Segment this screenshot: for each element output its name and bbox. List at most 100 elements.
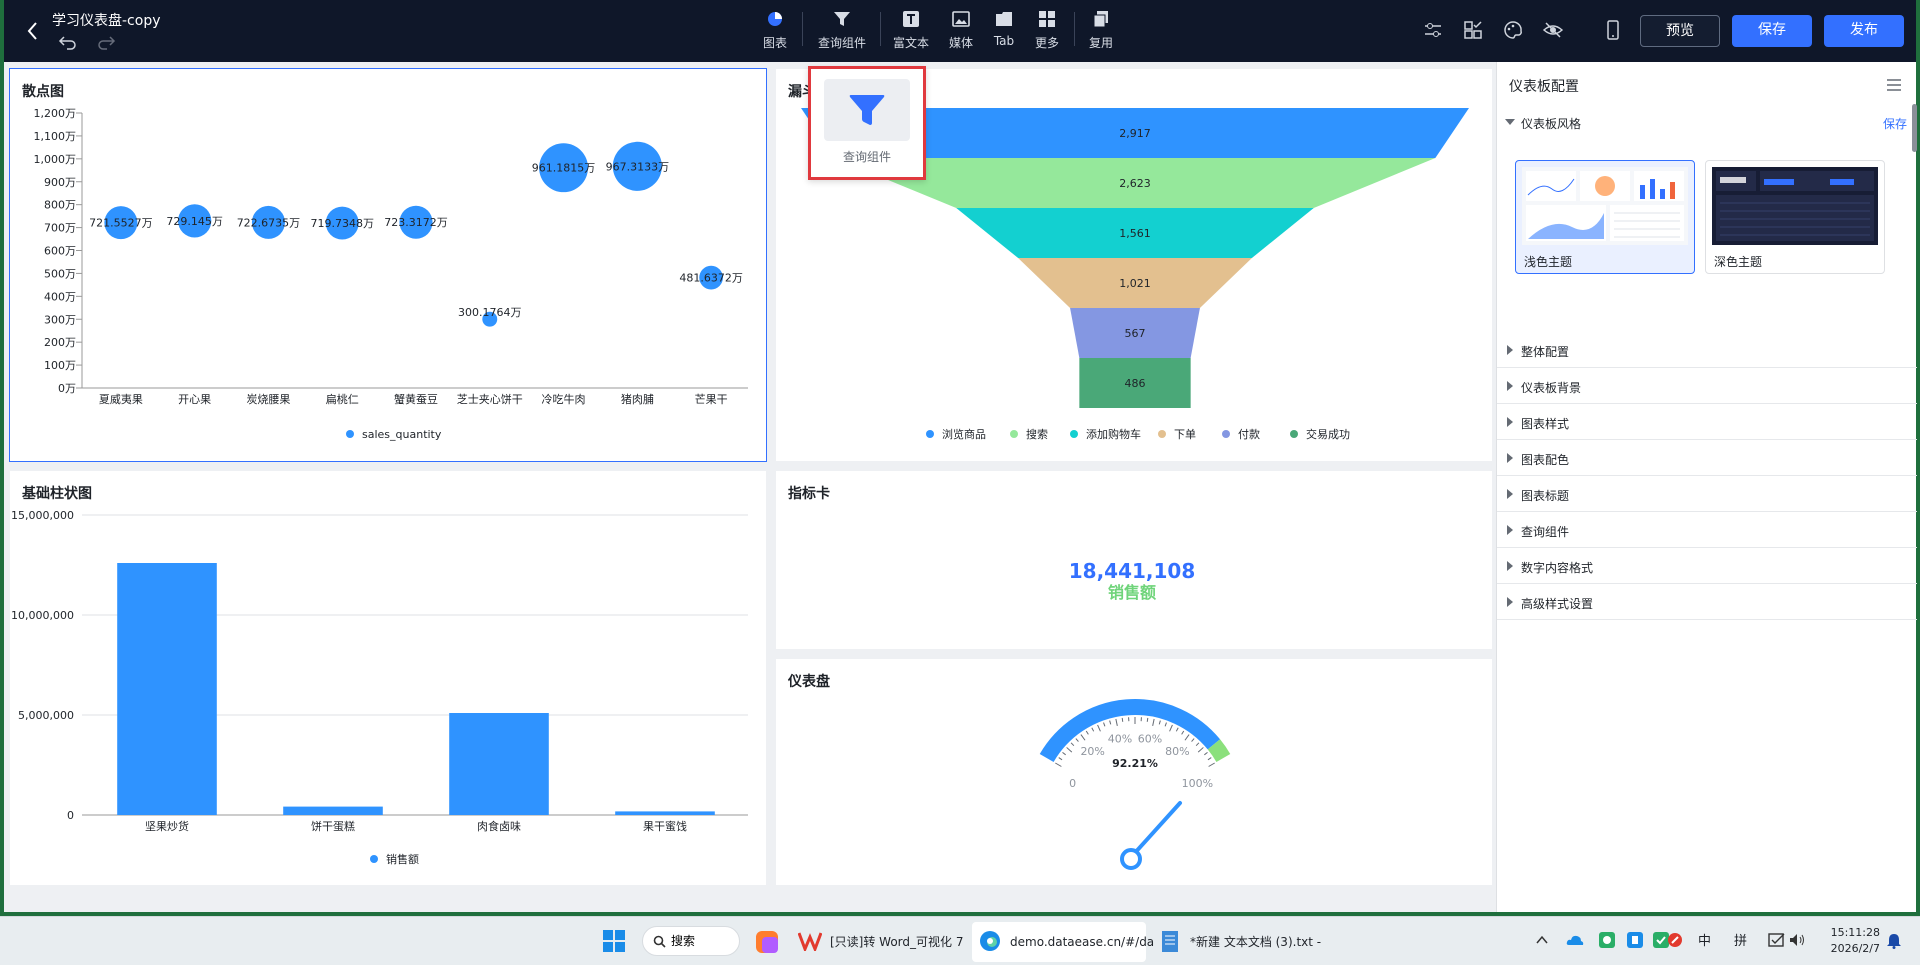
tab-icon xyxy=(996,12,1012,26)
copy-icon xyxy=(1093,11,1108,28)
config-section[interactable]: 图表标题 xyxy=(1497,476,1917,512)
layout-check-icon[interactable] xyxy=(1462,20,1484,40)
theme-label: 深色主题 xyxy=(1714,255,1763,269)
gauge-tick xyxy=(1097,724,1101,732)
back-icon[interactable] xyxy=(22,18,44,44)
style-save-link[interactable]: 保存 xyxy=(1883,115,1907,132)
top-toolbar: 学习仪表盘-copy 图表 查询组件 富文本 媒体 Tab 更多 复用 预览 保… xyxy=(4,0,1916,62)
toolbar-query[interactable]: 查询组件 xyxy=(816,8,868,54)
save-button[interactable]: 保存 xyxy=(1732,15,1812,47)
wechat-icon[interactable] xyxy=(1598,931,1616,949)
kpi-card-panel[interactable]: 指标卡 18,441,108 销售额 xyxy=(776,471,1492,649)
taskbar-edge[interactable]: demo.dataease.cn/#/da xyxy=(1010,925,1154,959)
config-scrollbar[interactable] xyxy=(1912,104,1917,152)
preview-button[interactable]: 预览 xyxy=(1640,15,1720,47)
y-tick-label: 700万 xyxy=(44,222,76,235)
menu-icon[interactable] xyxy=(1886,78,1902,92)
ime-pinyin[interactable]: 拼 xyxy=(1734,925,1748,959)
gauge-tick xyxy=(1080,734,1086,741)
eye-off-icon[interactable] xyxy=(1542,20,1564,40)
gauge-tick xyxy=(1062,751,1066,756)
undo-icon[interactable] xyxy=(58,34,78,50)
query-component-tile[interactable] xyxy=(824,79,910,141)
toolbar-more[interactable]: 更多 xyxy=(1032,8,1062,54)
publish-button[interactable]: 发布 xyxy=(1824,15,1904,47)
onedrive-icon[interactable] xyxy=(1566,933,1584,947)
gauge-remaining-arc xyxy=(1207,739,1231,763)
taskbar-notepad[interactable]: *新建 文本文档 (3).txt - xyxy=(1190,925,1322,959)
data-label: 729.145万 xyxy=(166,215,223,228)
palette-icon[interactable] xyxy=(1502,20,1524,40)
gauge-needle xyxy=(1131,801,1182,857)
toolbar-more-label: 更多 xyxy=(1034,36,1059,50)
y-tick-label: 5,000,000 xyxy=(18,709,74,722)
notepad-icon[interactable] xyxy=(1160,928,1180,954)
gauge-tick xyxy=(1175,727,1179,732)
x-tick-label: 炭烧腰果 xyxy=(246,393,290,406)
theme-dark[interactable]: 深色主题 xyxy=(1705,160,1885,274)
toolbar-tab-label: Tab xyxy=(993,34,1015,48)
bar xyxy=(283,806,383,815)
taskbar-search[interactable]: 搜索 xyxy=(642,926,740,956)
toolbar-media-label: 媒体 xyxy=(948,36,973,50)
wps-icon[interactable] xyxy=(798,931,822,951)
config-section[interactable]: 图表配色 xyxy=(1497,440,1917,476)
light-theme-thumbnail xyxy=(1522,167,1688,245)
section-label: 数字内容格式 xyxy=(1521,561,1594,575)
gauge-chart-panel[interactable]: 仪表盘 0 20% 40% 60% 80% 100% 92.21% xyxy=(776,659,1492,885)
toolbar-chart[interactable]: 图表 xyxy=(760,8,790,54)
section-label: 图表样式 xyxy=(1521,417,1570,431)
config-section[interactable]: 图表样式 xyxy=(1497,404,1917,440)
scatter-chart-panel[interactable]: 散点图 0万 100万 200万 300万 400万 500万 600万 700万 800万 90… xyxy=(9,68,767,462)
filter-icon xyxy=(834,12,850,26)
tray-check-icon[interactable] xyxy=(1768,932,1786,948)
theme-light[interactable]: 浅色主题 xyxy=(1515,160,1695,274)
legend-swatch xyxy=(346,430,354,438)
section-dashboard-style[interactable]: 仪表板风格 保存 xyxy=(1497,104,1917,140)
config-section[interactable]: 查询组件 xyxy=(1497,512,1917,548)
mobile-icon[interactable] xyxy=(1602,20,1624,40)
section-label: 整体配置 xyxy=(1521,345,1570,359)
x-tick-label: 芝士夹心饼干 xyxy=(457,392,523,406)
pie-chart-icon xyxy=(768,12,782,26)
x-tick-label: 猪肉脯 xyxy=(621,393,654,406)
legend-swatch xyxy=(1158,430,1166,438)
taskbar-word[interactable]: [只读]转 Word_可视化 7 xyxy=(830,925,966,959)
config-section[interactable]: 整体配置 xyxy=(1497,332,1917,368)
toolbar-tab[interactable]: Tab xyxy=(990,8,1018,54)
gauge-tick xyxy=(1208,762,1215,767)
dashboard-title[interactable]: 学习仪表盘-copy xyxy=(52,10,161,30)
gauge-tick xyxy=(1191,738,1195,742)
y-tick-label: 1,200万 xyxy=(34,107,77,120)
data-label: 719.7348万 xyxy=(310,217,374,230)
app-pre-icon[interactable] xyxy=(754,929,780,955)
config-section[interactable]: 仪表板背景 xyxy=(1497,368,1917,404)
legend-swatch xyxy=(926,430,934,438)
toolbar-richtext[interactable]: 富文本 xyxy=(890,8,932,54)
taskbar-clock[interactable]: 15:11:28 2026/2/7 xyxy=(1831,925,1880,957)
gauge-tick xyxy=(1055,762,1062,767)
gauge-tick-label: 60% xyxy=(1138,733,1162,746)
gauge-tick xyxy=(1058,757,1063,761)
tray-pen-icon[interactable] xyxy=(1666,931,1684,949)
kpi-label: 销售额 xyxy=(1107,583,1156,602)
data-label: 2,917 xyxy=(1119,127,1151,140)
query-component-popup[interactable]: 查询组件 xyxy=(808,66,926,180)
windows-start-icon[interactable] xyxy=(602,929,626,953)
bar-chart-panel[interactable]: 基础柱状图 0 5,000,000 10,000,000 15,000,000 坚果炒货… xyxy=(10,471,766,885)
tray-app-icon[interactable] xyxy=(1626,931,1644,949)
toolbar-reuse[interactable]: 复用 xyxy=(1086,8,1116,54)
gauge-tick-label: 0 xyxy=(1069,777,1076,790)
chevron-up-icon[interactable] xyxy=(1536,935,1548,945)
sliders-icon[interactable] xyxy=(1422,20,1444,40)
query-component-label: 查询组件 xyxy=(842,150,891,164)
volume-icon[interactable] xyxy=(1788,932,1806,948)
ime-mode[interactable]: 中 xyxy=(1698,925,1712,959)
redo-icon[interactable] xyxy=(96,34,116,50)
notification-bell-icon[interactable] xyxy=(1886,933,1902,949)
config-section[interactable]: 高级样式设置 xyxy=(1497,584,1917,620)
config-section[interactable]: 数字内容格式 xyxy=(1497,548,1917,584)
data-label: 481.6372万 xyxy=(679,272,743,285)
y-tick-label: 1,100万 xyxy=(34,130,77,143)
toolbar-media[interactable]: 媒体 xyxy=(946,8,976,54)
